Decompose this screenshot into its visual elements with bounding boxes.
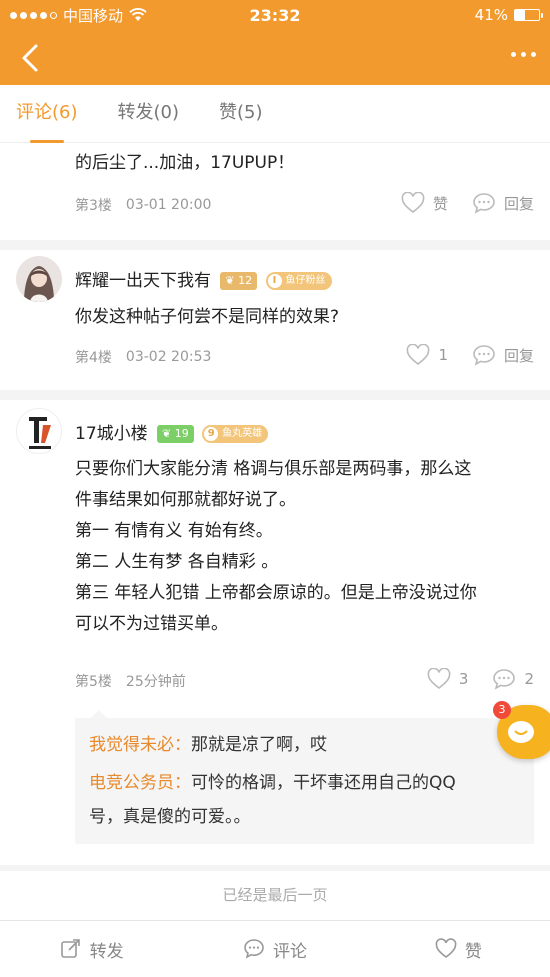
coin-icon: I <box>267 274 282 288</box>
comment-line: 只要你们大家能分清 格调与俱乐部是两码事，那么这 <box>75 459 472 479</box>
comment-line: 件事结果如何那就都好说了。 <box>75 490 296 510</box>
reply-author[interactable]: 电竞公务员： <box>89 773 191 793</box>
reply-item[interactable]: 我觉得未必：那就是凉了啊，哎 <box>89 728 520 762</box>
comment-time: 25分钟前 <box>125 674 186 690</box>
avatar[interactable] <box>16 256 62 302</box>
separator <box>0 390 550 400</box>
heart-icon <box>401 192 425 214</box>
coin-icon: 9 <box>204 427 219 441</box>
title-badge: 9 鱼丸英雄 <box>202 425 269 443</box>
like-count: 1 <box>438 346 448 364</box>
tab-comments[interactable]: 评论(6) <box>16 85 78 143</box>
comment-floor-5: 17城小楼 ❦ 19 9 鱼丸英雄 只要你们大家能分清 格调与俱乐部是两码事，那么… <box>0 400 550 865</box>
comment-text: 的后尘了...加油，17UPUP！ <box>75 153 295 173</box>
reply-text: 可怜的格调，干坏事还用自己的QQ <box>191 773 456 793</box>
comment-meta: 第4楼 03-02 20:53 1 回复 <box>75 344 534 370</box>
comment-line: 可以不为过错买单。 <box>75 614 228 634</box>
separator <box>0 865 550 871</box>
replies-box: 我觉得未必：那就是凉了啊，哎 电竞公务员：可怜的格调，干坏事还用自己的QQ 号，… <box>75 710 534 844</box>
comment-floor-4: 辉耀一出天下我有 ❦ 12 I 鱼仔粉丝 你发这种帖子何尝不是同样的效果? 第4楼… <box>0 250 550 390</box>
reply-label: 回复 <box>503 194 534 213</box>
avatar-image <box>17 409 61 453</box>
forward-label: 转发 <box>89 941 124 962</box>
level-badge: ❦ 19 <box>157 425 194 443</box>
comment-button[interactable]: 评论 <box>183 921 366 977</box>
last-page-label: 已经是最后一页 <box>222 886 328 904</box>
status-time: 23:32 <box>249 6 301 25</box>
reply-item[interactable]: 电竞公务员：可怜的格调，干坏事还用自己的QQ 号，真是傻的可爱。。 <box>89 766 520 834</box>
title-text: 鱼丸英雄 <box>222 428 263 439</box>
status-bar: 中国移动 23:32 41% <box>0 0 550 30</box>
avatar-image <box>16 256 62 302</box>
reply-button[interactable]: 回复 <box>472 192 534 214</box>
reply-button[interactable]: 2 <box>492 668 534 690</box>
comment-floor-3: 的后尘了...加油，17UPUP！ 第3楼 03-01 20:00 赞 回复 <box>0 144 550 240</box>
floor-label: 第3楼 <box>75 198 112 214</box>
battery-icon <box>514 9 543 21</box>
unread-badge: 3 <box>493 701 511 719</box>
forward-button[interactable]: 转发 <box>0 921 183 977</box>
reply-label: 回复 <box>503 346 534 365</box>
replies-arrow <box>91 710 107 718</box>
top-header: 中国移动 23:32 41% <box>0 0 550 85</box>
reply-text: 那就是凉了啊，哎 <box>191 735 327 755</box>
bubble-icon <box>473 345 495 366</box>
comment-username: 辉耀一出天下我有 ❦ 12 I 鱼仔粉丝 <box>75 266 332 291</box>
level-number: 12 <box>238 274 253 287</box>
comment-username: 17城小楼 ❦ 19 9 鱼丸英雄 <box>75 419 269 444</box>
comment-text: 只要你们大家能分清 格调与俱乐部是两码事，那么这 件事结果如何那就都好说了。 第… <box>75 454 526 640</box>
reply-author[interactable]: 我觉得未必： <box>89 735 191 755</box>
comment-meta: 第5楼 25分钟前 3 2 <box>75 668 534 694</box>
like-count: 3 <box>458 670 469 688</box>
comment-icon <box>244 939 264 959</box>
comment-line: 第二 人生有梦 各自精彩 。 <box>75 552 279 572</box>
tab-bar: 评论(6) 转发(0) 赞(5) <box>0 85 550 143</box>
bottom-toolbar: 转发 评论 赞 <box>0 920 550 977</box>
comment-meta: 第3楼 03-01 20:00 赞 回复 <box>75 192 534 218</box>
username-text[interactable]: 辉耀一出天下我有 <box>75 271 211 291</box>
like-button[interactable]: 赞 <box>401 192 448 214</box>
share-icon <box>60 939 80 958</box>
like-button[interactable]: 1 <box>406 344 448 366</box>
title-text: 鱼仔粉丝 <box>285 275 326 286</box>
tab-likes[interactable]: 赞(5) <box>219 85 263 143</box>
heart-icon <box>435 938 457 958</box>
like-post-button[interactable]: 赞 <box>367 921 550 977</box>
comment-time: 03-01 20:00 <box>125 197 212 213</box>
separator <box>0 240 550 250</box>
comment-label: 评论 <box>272 941 307 962</box>
comment-actions: 3 2 <box>411 668 534 690</box>
like-button[interactable]: 3 <box>427 668 469 690</box>
reply-button[interactable]: 回复 <box>472 344 534 366</box>
back-icon[interactable] <box>16 40 46 76</box>
like-label: 赞 <box>432 194 448 213</box>
reply-count: 2 <box>524 670 534 688</box>
tab-forwards[interactable]: 转发(0) <box>118 85 180 143</box>
floor-label: 第4楼 <box>75 350 112 366</box>
comment-time: 03-02 20:53 <box>125 349 212 365</box>
comment-line: 第一 有情有义 有始有终。 <box>75 521 273 541</box>
nav-bar <box>0 30 550 85</box>
bubble-icon <box>493 669 516 690</box>
reply-text-cont: 号，真是傻的可爱。。 <box>89 807 251 827</box>
battery-fill <box>515 10 525 20</box>
heart-icon <box>427 668 451 690</box>
comment-actions: 1 回复 <box>390 344 534 366</box>
more-icon[interactable] <box>511 52 536 57</box>
like-label: 赞 <box>464 941 482 962</box>
username-text[interactable]: 17城小楼 <box>75 424 148 444</box>
title-badge: I 鱼仔粉丝 <box>265 272 332 290</box>
comment-line: 第三 年轻人犯错 上帝都会原谅的。但是上帝没说过你 <box>75 583 477 603</box>
floor-label: 第5楼 <box>75 674 112 690</box>
level-badge: ❦ 12 <box>220 272 258 290</box>
comment-actions: 赞 回复 <box>385 192 534 214</box>
level-number: 19 <box>174 427 189 440</box>
avatar[interactable] <box>16 408 62 454</box>
floating-message-button[interactable]: 3 <box>493 701 550 759</box>
comment-text: 你发这种帖子何尝不是同样的效果? <box>75 307 340 327</box>
heart-icon <box>407 344 430 366</box>
bubble-icon <box>473 193 495 214</box>
